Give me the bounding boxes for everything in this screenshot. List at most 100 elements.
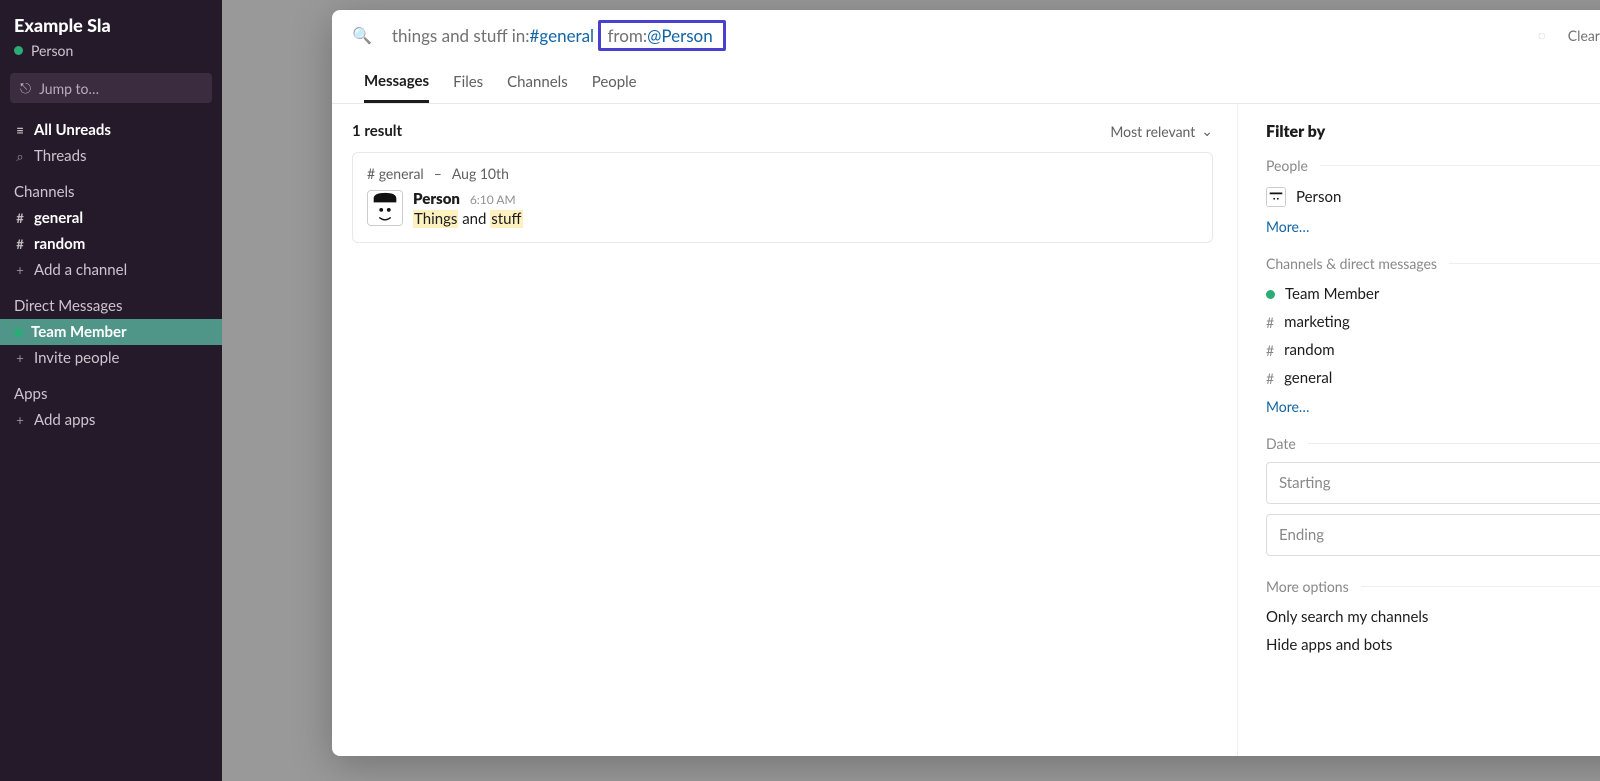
date-starting[interactable]: Starting 🗓 <box>1266 462 1600 504</box>
threads-label: Threads <box>34 147 87 165</box>
channels-heading[interactable]: Channels <box>0 169 222 205</box>
tab-people[interactable]: People <box>592 61 637 103</box>
plus-icon: + <box>14 350 26 366</box>
filter-item-label: marketing <box>1284 313 1350 331</box>
dm-heading[interactable]: Direct Messages <box>0 283 222 319</box>
filter-item-marketing[interactable]: # marketing <box>1266 308 1600 336</box>
sidebar: Example Sla Person ⎋ Jump to… ≡ All Unre… <box>0 0 222 781</box>
filter-option-label: Only search my channels <box>1266 608 1428 626</box>
q-in-val: #general <box>530 25 595 46</box>
add-apps-label: Add apps <box>34 411 95 429</box>
hl-1: Things <box>413 210 458 228</box>
filter-item-label: Team Member <box>1285 285 1379 303</box>
plus-icon: + <box>14 262 26 278</box>
sidebar-channel-random[interactable]: # random <box>0 231 222 257</box>
hash-icon: # <box>1266 342 1274 359</box>
filter-people-label: People <box>1266 157 1600 174</box>
avatar <box>367 190 403 226</box>
date-starting-label: Starting <box>1279 474 1331 492</box>
clear-button[interactable]: Clear <box>1568 27 1600 44</box>
filter-item-label: general <box>1284 369 1332 387</box>
hash-icon: # <box>14 236 26 252</box>
channel-label: general <box>34 209 83 227</box>
result-author[interactable]: Person <box>413 190 460 208</box>
filter-person[interactable]: Person ✓ <box>1266 182 1600 212</box>
thread-icon: ⌕ <box>14 148 26 165</box>
jump-icon: ⎋ <box>20 79 31 97</box>
filter-item-label: random <box>1284 341 1334 359</box>
chevron-down-icon: ⌄ <box>1201 122 1213 140</box>
tab-files[interactable]: Files <box>453 61 483 103</box>
filter-hide-apps[interactable]: Hide apps and bots <box>1266 631 1600 659</box>
workspace-name[interactable]: Example Sla <box>0 8 222 36</box>
apps-heading[interactable]: Apps <box>0 371 222 407</box>
dm-label: Team Member <box>31 323 127 341</box>
presence-dot-icon <box>1266 290 1275 299</box>
search-query[interactable]: things and stuff in:#general from:@Perso… <box>392 20 726 51</box>
result-text-col: Person 6:10 AM Things and stuff <box>413 190 523 228</box>
search-icon: 🔍 <box>352 26 372 45</box>
query-highlight-box: from:@Person <box>598 20 726 51</box>
main: G @ ☺ 🔍 things and stuff in:#general fro… <box>222 0 1600 781</box>
filter-cdm-label: Channels & direct messages <box>1266 255 1600 272</box>
date-ending[interactable]: Ending 🗓 <box>1266 514 1600 556</box>
search-tabs: Messages Files Channels People <box>332 60 1600 104</box>
result-date: Aug 10th <box>452 165 509 182</box>
presence-dot-icon <box>14 46 23 55</box>
filter-person-name: Person <box>1296 188 1341 206</box>
hl-2: stuff <box>490 210 522 228</box>
filter-only-my-channels[interactable]: Only search my channels <box>1266 603 1600 631</box>
filter-more-options-label: More options <box>1266 578 1600 595</box>
filter-people-more[interactable]: More… <box>1266 212 1600 237</box>
filter-item-random[interactable]: # random <box>1266 336 1600 364</box>
results-column: 1 result Most relevant ⌄ # general – Aug… <box>332 104 1237 756</box>
jump-to[interactable]: ⎋ Jump to… <box>10 73 212 103</box>
avatar <box>1266 187 1286 207</box>
add-channel-label: Add a channel <box>34 261 127 279</box>
hash-icon: # <box>1266 370 1274 387</box>
filter-date-label: Date <box>1266 435 1600 452</box>
text-mid: and <box>458 210 490 228</box>
page: Example Sla Person ⎋ Jump to… ≡ All Unre… <box>0 0 1600 781</box>
all-unreads-label: All Unreads <box>34 121 111 139</box>
search-bar[interactable]: 🔍 things and stuff in:#general from:@Per… <box>332 10 1600 60</box>
jump-label: Jump to… <box>39 80 99 97</box>
result-text: Things and stuff <box>413 210 523 228</box>
list-icon: ≡ <box>14 122 26 138</box>
filter-cdm-more[interactable]: More… <box>1266 392 1600 417</box>
hash-icon: # <box>1266 314 1274 331</box>
plus-icon: + <box>14 412 26 428</box>
tab-messages[interactable]: Messages <box>364 60 429 103</box>
search-content: 1 result Most relevant ⌄ # general – Aug… <box>332 104 1600 756</box>
date-ending-label: Ending <box>1279 526 1324 544</box>
tab-channels[interactable]: Channels <box>507 61 568 103</box>
sidebar-channel-general[interactable]: # general <box>0 205 222 231</box>
presence-dot-icon <box>14 328 23 337</box>
results-header: 1 result Most relevant ⌄ <box>352 122 1213 140</box>
result-card[interactable]: # general – Aug 10th Person 6:10 AM <box>352 152 1213 243</box>
sort-select[interactable]: Most relevant ⌄ <box>1110 122 1213 140</box>
filter-item-general[interactable]: # general ✓ <box>1266 364 1600 392</box>
result-channel: # general <box>367 165 424 182</box>
result-sep: – <box>434 165 442 182</box>
q-from-op: from: <box>607 25 647 46</box>
filter-item-team-member[interactable]: Team Member <box>1266 280 1600 308</box>
sidebar-user-name: Person <box>31 42 73 59</box>
q-text: things and stuff <box>392 25 512 46</box>
filter-column: Filter by People Person ✓ More… Channels… <box>1237 104 1600 756</box>
sidebar-dm-team-member[interactable]: Team Member <box>0 319 222 345</box>
sidebar-all-unreads[interactable]: ≡ All Unreads <box>0 117 222 143</box>
result-meta: # general – Aug 10th <box>367 165 1198 182</box>
invite-label: Invite people <box>34 349 119 367</box>
sidebar-invite[interactable]: + Invite people <box>0 345 222 371</box>
result-time: 6:10 AM <box>470 192 516 207</box>
sidebar-add-channel[interactable]: + Add a channel <box>0 257 222 283</box>
filter-option-label: Hide apps and bots <box>1266 636 1392 654</box>
sort-label: Most relevant <box>1110 123 1195 140</box>
sidebar-threads[interactable]: ⌕ Threads <box>0 143 222 169</box>
result-body: Person 6:10 AM Things and stuff <box>367 190 1198 228</box>
sidebar-user[interactable]: Person <box>0 36 222 69</box>
q-in-op: in: <box>512 25 530 46</box>
search-actions: ◌ Clear ✕ <box>1538 24 1600 47</box>
sidebar-add-apps[interactable]: + Add apps <box>0 407 222 433</box>
